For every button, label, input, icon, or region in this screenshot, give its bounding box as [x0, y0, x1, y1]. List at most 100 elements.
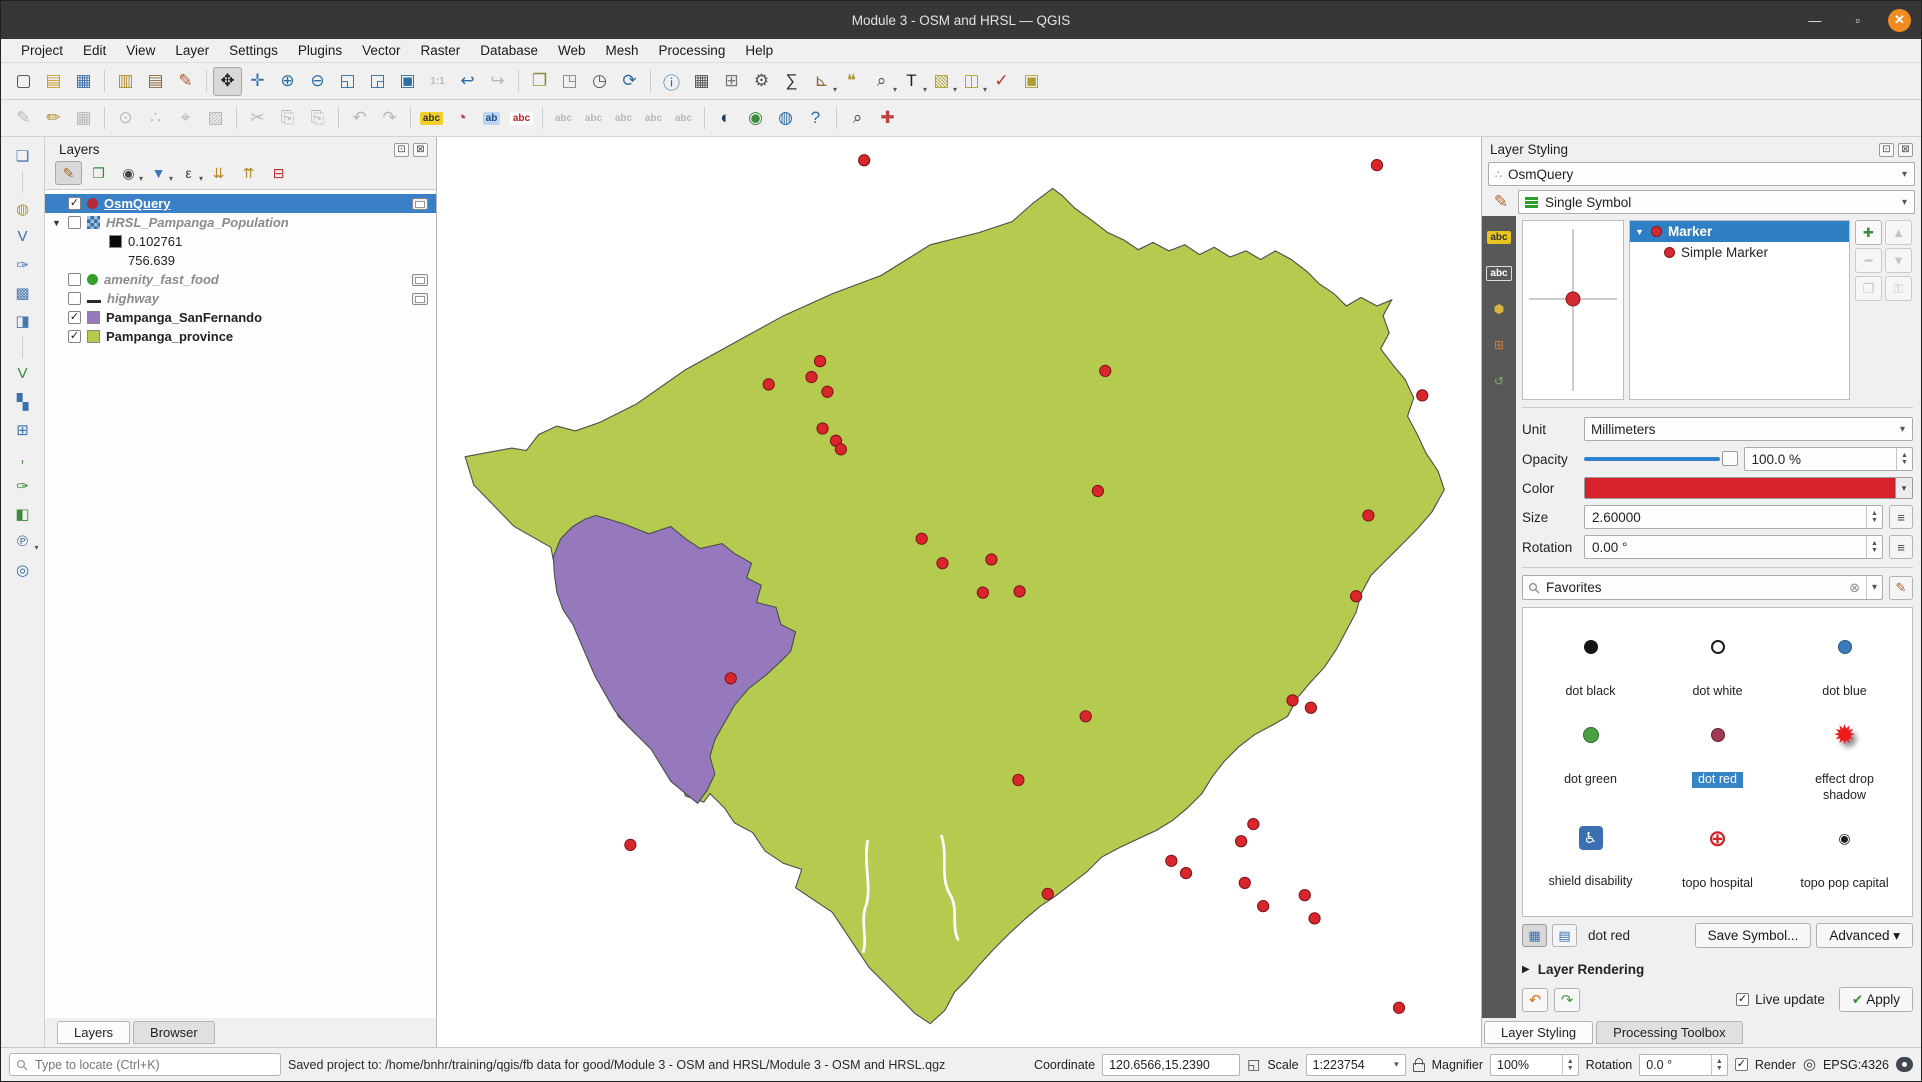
new-spatialite-button[interactable]: ✑	[8, 473, 38, 498]
renderer-select[interactable]: Single Symbol	[1518, 190, 1915, 214]
layout-manager-button[interactable]: ▤	[141, 67, 170, 96]
symbol-dot-red[interactable]: dot red	[1654, 722, 1781, 818]
add-wms-layer-button[interactable]: ◎	[8, 557, 38, 582]
osm-place-search-button[interactable]: ◉	[741, 104, 770, 133]
pan-to-selection-button[interactable]: ✛	[243, 67, 272, 96]
menu-plugins[interactable]: Plugins	[288, 41, 352, 60]
3d-view-tab[interactable]: ⬢	[1486, 298, 1512, 320]
new-virtual-layer-button[interactable]: ◧	[8, 501, 38, 526]
lock-scale-icon[interactable]	[1412, 1057, 1425, 1072]
menu-settings[interactable]: Settings	[219, 41, 288, 60]
search-window-button[interactable]: ⌕	[843, 104, 872, 133]
tab-layers[interactable]: Layers	[57, 1021, 131, 1044]
crs-status[interactable]: EPSG:4326	[1823, 1058, 1889, 1072]
minimize-button[interactable]: —	[1802, 12, 1827, 29]
size-spinbox[interactable]: 2.60000 ▲ ▼	[1584, 505, 1883, 529]
statistics-summary-button[interactable]: ∑	[777, 67, 806, 96]
measure-button[interactable]: ⊾ ▾	[807, 67, 837, 96]
spin-arrows-icon[interactable]: ▲ ▼	[1866, 536, 1882, 558]
style-manager-button[interactable]: ✎	[171, 67, 200, 96]
layer-visibility-checkbox[interactable]	[68, 216, 81, 229]
diagrams-tab[interactable]: ⊞	[1486, 334, 1512, 356]
magnifier-spinbox[interactable]: 100% ▲ ▼	[1490, 1053, 1579, 1076]
save-project-button[interactable]: ▦	[69, 67, 98, 96]
rotation-spinbox[interactable]: 0.00 ° ▲ ▼	[1584, 535, 1883, 559]
add-vector-layer-button[interactable]: V	[8, 224, 38, 249]
layer-row-highway[interactable]: highway	[45, 289, 436, 308]
rotation-spinbox[interactable]: 0.0 ° ▲ ▼	[1639, 1053, 1728, 1076]
menu-project[interactable]: Project	[11, 41, 73, 60]
layer-visibility-checkbox[interactable]: ✓	[68, 311, 81, 324]
labels-tab[interactable]: abc	[1486, 226, 1512, 248]
map-canvas[interactable]	[437, 137, 1482, 1047]
expander-icon[interactable]: ▼	[1634, 227, 1645, 237]
unit-select[interactable]: Millimeters	[1584, 417, 1913, 441]
search-dropdown-icon[interactable]: ▾	[1865, 576, 1877, 599]
locate-input[interactable]	[33, 1056, 274, 1073]
undo-style-button[interactable]: ↶	[1522, 987, 1548, 1012]
advanced-button[interactable]: Advanced ▾	[1816, 923, 1913, 948]
change-label-button[interactable]: abc	[507, 104, 536, 133]
new-mesh-layer-button[interactable]: ⊞	[8, 417, 38, 442]
save-symbol-button[interactable]: Save Symbol...	[1694, 923, 1812, 948]
add-raster-layer-button[interactable]: ◍	[8, 196, 38, 221]
help-contents-button[interactable]: ?	[801, 104, 830, 133]
menu-mesh[interactable]: Mesh	[596, 41, 649, 60]
menu-help[interactable]: Help	[735, 41, 783, 60]
tab-processing-toolbox[interactable]: Processing Toolbox	[1596, 1021, 1743, 1044]
menu-vector[interactable]: Vector	[352, 41, 410, 60]
maximize-button[interactable]: ▫	[1849, 12, 1866, 29]
expand-all-button[interactable]: ⇊	[205, 161, 232, 185]
close-button[interactable]: ✕	[1888, 8, 1911, 32]
select-features-button[interactable]: ▧ ▾	[927, 67, 957, 96]
data-source-options-button[interactable]: ▣	[1017, 67, 1046, 96]
qgis-web-button[interactable]: ◍	[771, 104, 800, 133]
mask-tab[interactable]: abc	[1486, 262, 1512, 284]
symbol-tree-marker[interactable]: ▼ Marker	[1630, 221, 1849, 242]
symbol-topo-hospital[interactable]: ⊕ topo hospital	[1654, 826, 1781, 906]
layer-row-osmquery[interactable]: ✓ OsmQuery	[45, 194, 436, 213]
open-data-source-manager-button[interactable]: ❏	[8, 143, 38, 168]
symbol-tree-simple-marker[interactable]: Simple Marker	[1630, 242, 1849, 263]
apply-button[interactable]: ✔ Apply	[1838, 987, 1913, 1012]
add-symbol-layer-button[interactable]: ✚	[1855, 220, 1882, 245]
zoom-to-layer-button[interactable]: ▣	[393, 67, 422, 96]
symbol-dot-green[interactable]: dot green	[1527, 722, 1654, 818]
redo-style-button[interactable]: ↷	[1554, 987, 1580, 1012]
close-panel-icon[interactable]: ⊠	[413, 142, 428, 157]
opacity-slider[interactable]	[1584, 447, 1738, 471]
style-manager-button[interactable]: ✎	[1889, 575, 1913, 600]
symbol-search-box[interactable]: Favorites ⊗ ▾	[1522, 575, 1883, 600]
open-attribute-table-button[interactable]: ▦	[687, 67, 716, 96]
add-group-button[interactable]: ❐	[85, 161, 112, 185]
dropdown-icon[interactable]: ▾	[1394, 1059, 1399, 1070]
open-project-button[interactable]: ▤	[39, 67, 68, 96]
zoom-to-selection-button[interactable]: ◲	[363, 67, 392, 96]
add-postgis-layer-button[interactable]: ℗ ▾	[8, 529, 39, 554]
filter-by-expression-button[interactable]: ε ▾	[175, 161, 203, 185]
field-calculator-button[interactable]: ⊞	[717, 67, 746, 96]
color-dropdown-icon[interactable]: ▾	[1895, 478, 1912, 498]
layer-labeling-button[interactable]: abc	[417, 104, 446, 133]
temporal-controller-button[interactable]: ◷	[585, 67, 614, 96]
slider-handle[interactable]	[1721, 451, 1738, 466]
float-panel-icon[interactable]: ⊡	[1879, 142, 1894, 157]
color-button[interactable]: ▾	[1584, 477, 1913, 499]
collapse-arrow-icon[interactable]: ▶	[1522, 964, 1530, 975]
symbol-shield-disability[interactable]: ♿ shield disability	[1527, 825, 1654, 906]
spin-arrows-icon[interactable]: ▲ ▼	[1710, 1054, 1727, 1075]
spin-arrows-icon[interactable]: ▲ ▼	[1866, 506, 1882, 528]
search-options-button[interactable]: ⌕ ▾	[867, 67, 897, 96]
menu-database[interactable]: Database	[470, 41, 548, 60]
layer-visibility-checkbox[interactable]	[68, 273, 81, 286]
icon-view-button[interactable]: ▦	[1522, 924, 1547, 947]
layer-diagram-button[interactable]: ◔	[447, 104, 476, 133]
render-checkbox[interactable]: ✓	[1734, 1058, 1748, 1071]
styling-layer-select[interactable]: ∴ OsmQuery	[1488, 162, 1915, 186]
list-view-button[interactable]: ▤	[1552, 924, 1577, 947]
clear-search-icon[interactable]: ⊗	[1849, 580, 1860, 596]
scale-combobox[interactable]: 1:223754 ▾	[1305, 1053, 1406, 1076]
layer-widget-badge-icon[interactable]	[412, 292, 428, 305]
add-virtual-layer-button[interactable]: ◨	[8, 308, 38, 333]
layer-rendering-section[interactable]: ▶ Layer Rendering	[1522, 962, 1913, 977]
